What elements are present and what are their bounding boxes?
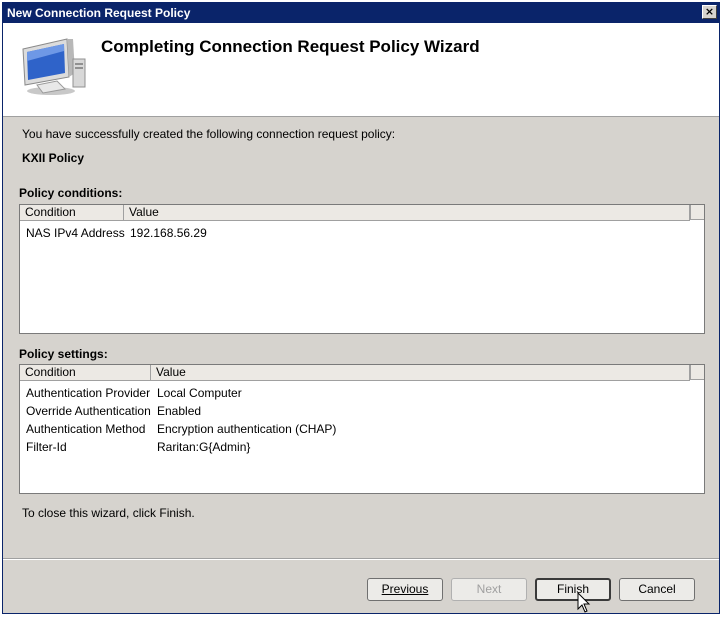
- value-cell: 192.168.56.29: [130, 226, 207, 240]
- header-filler: [690, 205, 704, 220]
- wizard-header: Completing Connection Request Policy Wiz…: [3, 23, 719, 117]
- condition-cell: Override Authentication: [26, 404, 151, 418]
- close-button[interactable]: ×: [702, 5, 717, 19]
- condition-cell: Authentication Method: [26, 422, 146, 436]
- close-hint-text: To close this wizard, click Finish.: [22, 506, 195, 520]
- computer-monitor-icon: [22, 38, 86, 95]
- settings-list-header: Condition Value: [20, 365, 690, 381]
- column-header-value[interactable]: Value: [151, 365, 690, 380]
- value-cell: Encryption authentication (CHAP): [157, 422, 337, 436]
- conditions-label: Policy conditions:: [19, 186, 123, 200]
- intro-text: You have successfully created the follow…: [22, 127, 396, 141]
- wizard-window: New Connection Request Policy × Completi…: [2, 2, 720, 614]
- condition-cell: NAS IPv4 Address: [26, 226, 125, 240]
- condition-cell: Filter-Id: [26, 440, 67, 454]
- policy-name: KXII Policy: [22, 151, 85, 165]
- settings-label: Policy settings:: [19, 347, 108, 361]
- conditions-list-header: Condition Value: [20, 205, 690, 221]
- condition-cell: Authentication Provider: [26, 386, 151, 400]
- next-button[interactable]: Next: [451, 578, 527, 601]
- previous-label: Previous: [381, 582, 429, 596]
- finish-button[interactable]: Finish: [535, 578, 611, 601]
- next-label: Next: [476, 582, 502, 596]
- column-header-condition[interactable]: Condition: [20, 365, 151, 380]
- header-filler: [690, 365, 704, 380]
- value-cell: Raritan:G{Admin}: [157, 440, 251, 454]
- value-cell: Enabled: [157, 404, 202, 418]
- value-cell: Local Computer: [157, 386, 242, 400]
- cancel-label: Cancel: [638, 582, 676, 596]
- page-title: Completing Connection Request Policy Wiz…: [101, 37, 480, 56]
- list-item[interactable]: NAS IPv4 Address 192.168.56.29: [20, 224, 704, 242]
- previous-button[interactable]: Previous: [367, 578, 443, 601]
- list-item[interactable]: Filter-Id Raritan:G{Admin}: [20, 438, 704, 456]
- wizard-content: You have successfully created the follow…: [3, 116, 719, 613]
- list-item[interactable]: Authentication Method Encryption authent…: [20, 420, 704, 438]
- column-header-condition[interactable]: Condition: [20, 205, 124, 220]
- close-icon: ×: [704, 5, 715, 18]
- list-item[interactable]: Authentication Provider Local Computer: [20, 384, 704, 402]
- footer-divider: [3, 558, 719, 560]
- cancel-button[interactable]: Cancel: [619, 578, 695, 601]
- window-title: New Connection Request Policy: [7, 6, 191, 20]
- settings-list[interactable]: Condition Value Authentication Provider …: [19, 364, 705, 494]
- conditions-list[interactable]: Condition Value NAS IPv4 Address 192.168…: [19, 204, 705, 334]
- title-bar[interactable]: New Connection Request Policy ×: [3, 3, 719, 23]
- mouse-pointer-icon: [577, 592, 591, 613]
- list-item[interactable]: Override Authentication Enabled: [20, 402, 704, 420]
- column-header-value[interactable]: Value: [124, 205, 690, 220]
